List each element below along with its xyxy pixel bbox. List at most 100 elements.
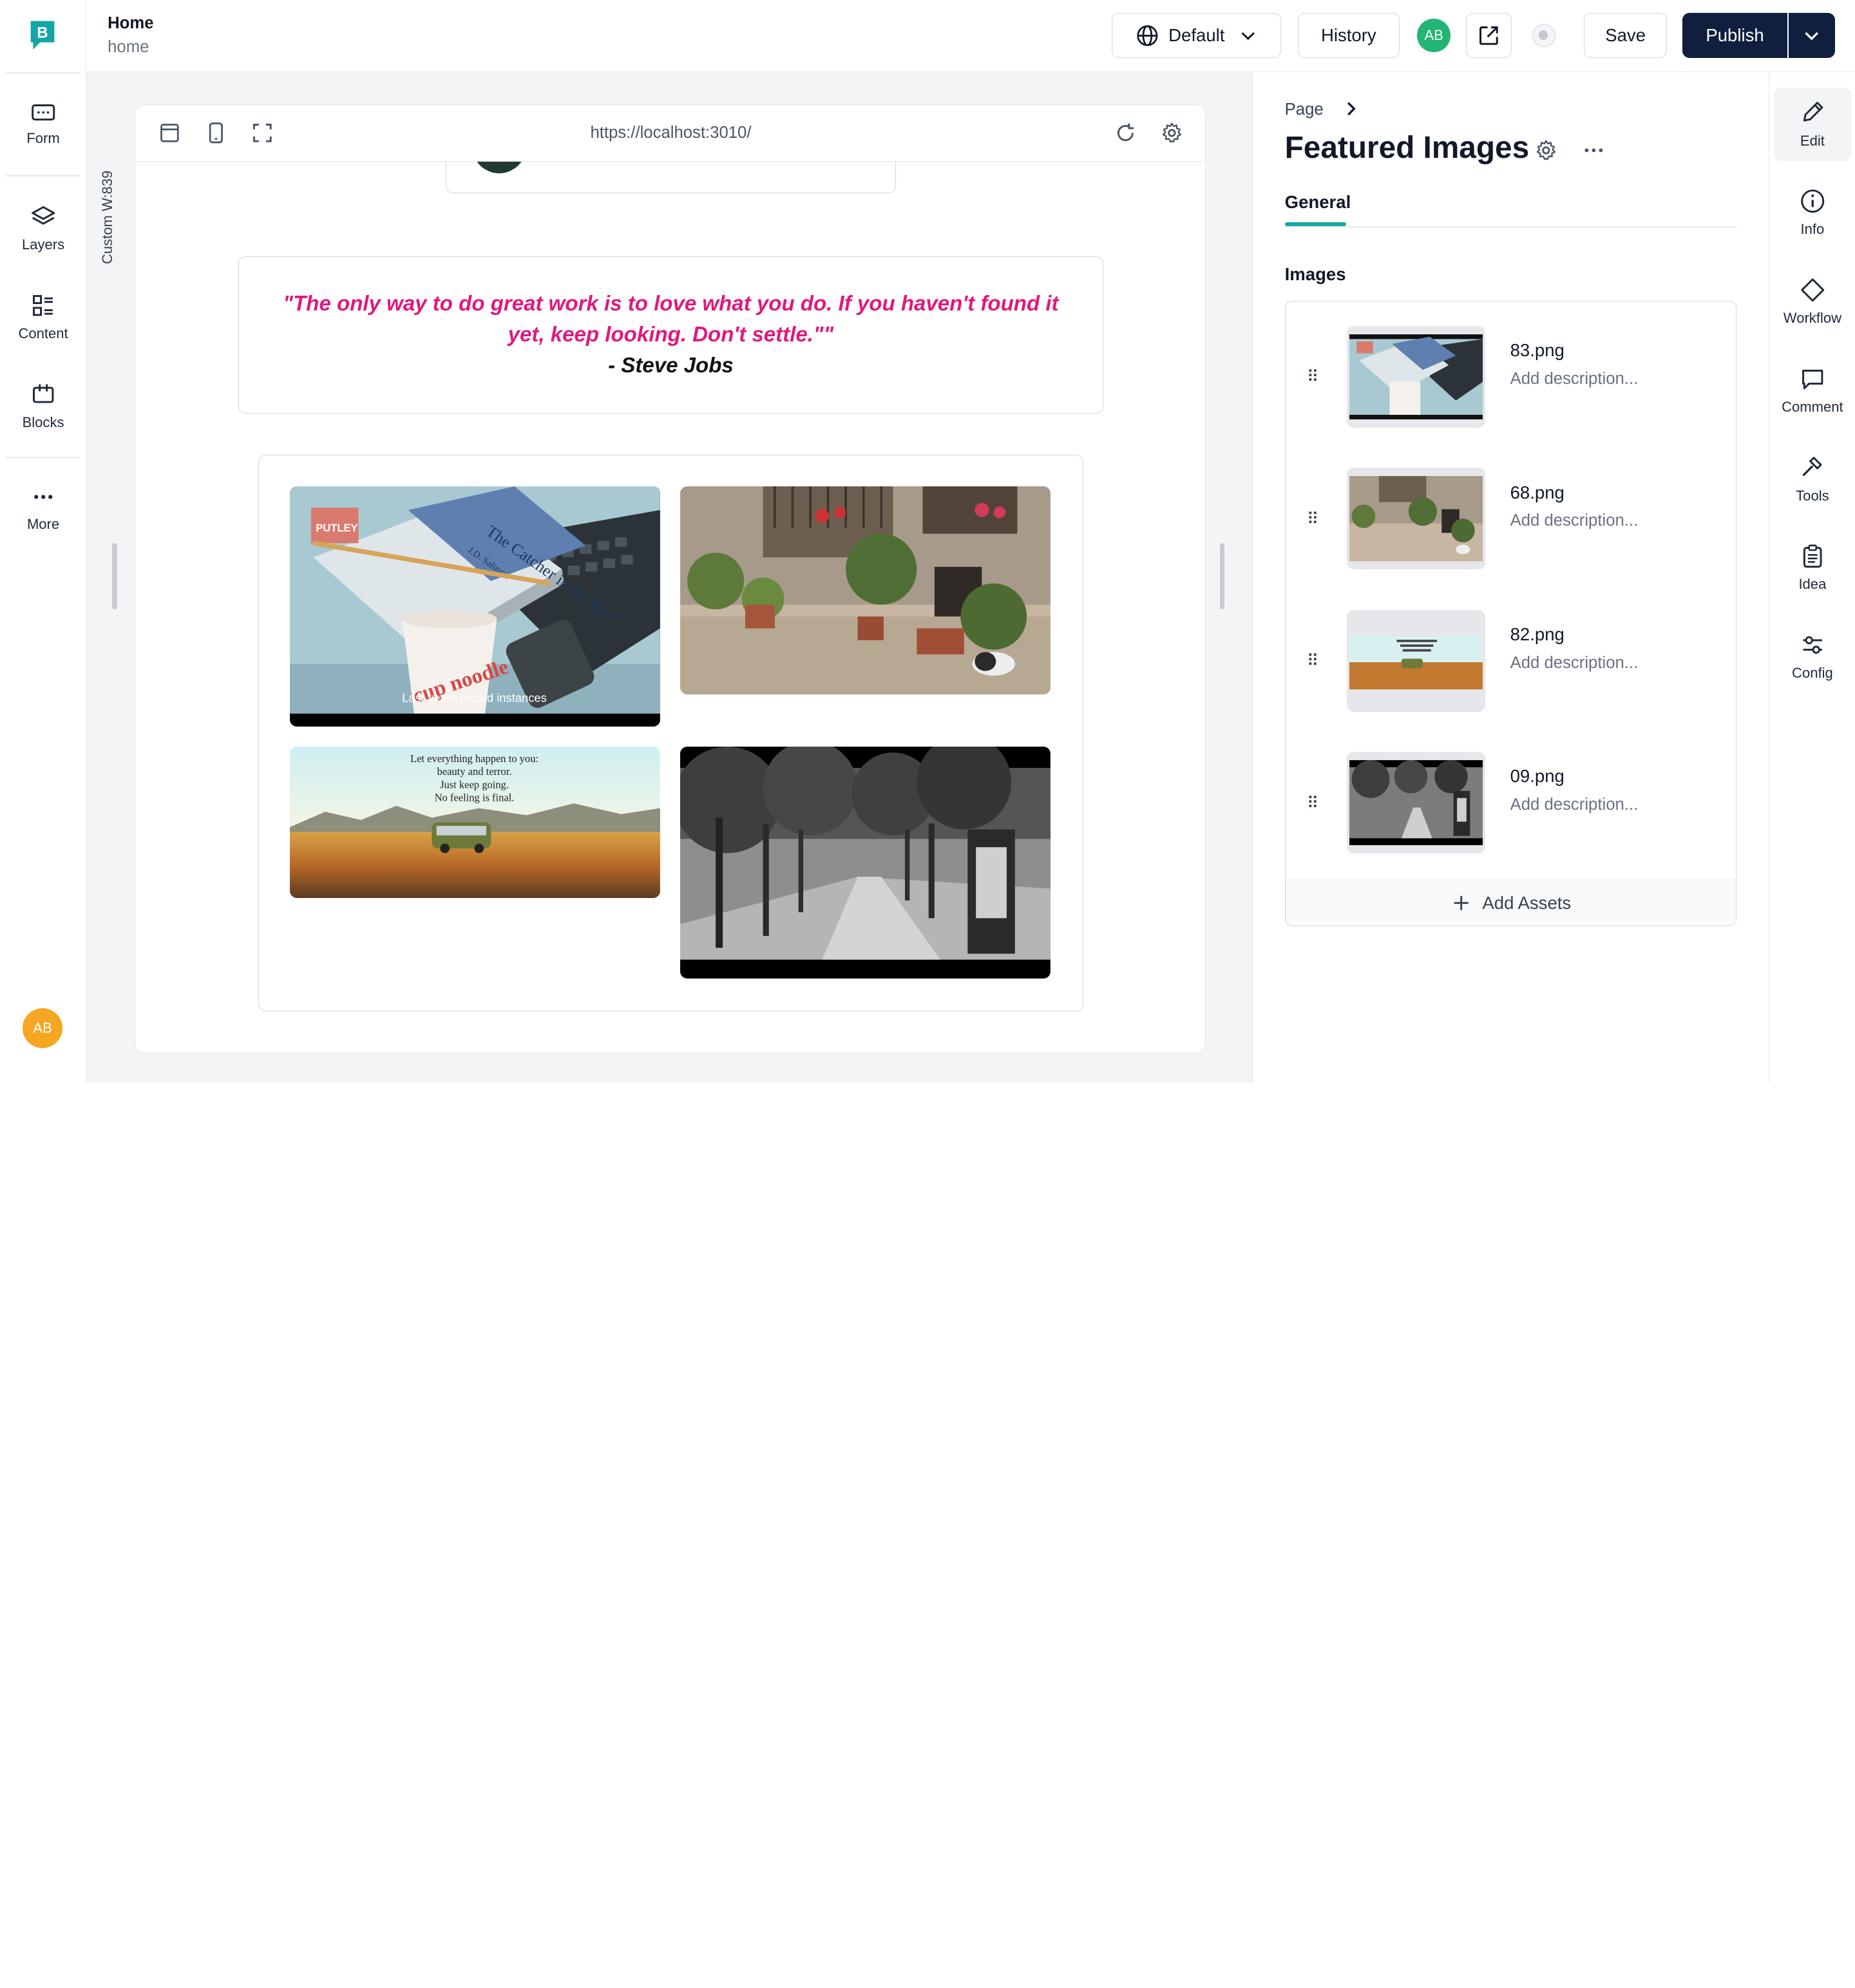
- list-item[interactable]: ⠿ 82.png Add description...: [1286, 585, 1736, 727]
- properties-panel: Page Featured Images General Images ⠿ 83…: [1253, 72, 1769, 1083]
- drag-handle-icon[interactable]: ⠿: [1307, 794, 1319, 813]
- locale-label: Default: [1168, 25, 1225, 46]
- list-item[interactable]: ⠿ 09.png Add description...: [1286, 727, 1736, 869]
- quote-text: "The only way to do great work is to lov…: [283, 292, 1059, 347]
- list-item[interactable]: ⠿ 83.png Add description...: [1286, 301, 1736, 443]
- rail-item-tools[interactable]: Tools: [1774, 454, 1850, 504]
- rail-item-workflow[interactable]: Workflow: [1774, 277, 1850, 327]
- rail-item-label: Edit: [1800, 132, 1825, 149]
- file-name: 09.png: [1510, 766, 1565, 787]
- rail-item-comment[interactable]: Comment: [1774, 366, 1850, 416]
- list-item[interactable]: ⠿ 68.png Add description...: [1286, 443, 1736, 585]
- add-assets-button[interactable]: Add Assets: [1285, 878, 1736, 926]
- gallery-image-09[interactable]: [680, 747, 1051, 979]
- quote-block[interactable]: "The only way to do great work is to lov…: [238, 256, 1103, 414]
- rail-divider: [6, 72, 81, 73]
- rail-item-idea[interactable]: Idea: [1774, 543, 1850, 593]
- canvas-area: Custom W:839 https://localhost:3010/ "Th…: [86, 72, 1253, 1083]
- app-root: B Form Layers Content Blocks More AB Hom…: [0, 0, 1855, 1083]
- more-icon[interactable]: [1582, 139, 1606, 162]
- drag-handle-icon[interactable]: ⠿: [1307, 651, 1319, 671]
- add-assets-label: Add Assets: [1482, 892, 1572, 913]
- tab-divider: [1284, 225, 1737, 227]
- comment-icon: [1802, 369, 1823, 389]
- gallery-image-68[interactable]: [680, 486, 1051, 695]
- locale-dropdown[interactable]: Default: [1112, 13, 1282, 58]
- svg-text:PUTLEY: PUTLEY: [316, 522, 358, 534]
- breadcrumb-page[interactable]: Page: [1285, 100, 1324, 119]
- description-input[interactable]: Add description...: [1510, 511, 1639, 530]
- svg-text:beauty and terror.: beauty and terror.: [437, 765, 512, 778]
- rail-item-label: Info: [1800, 221, 1825, 238]
- open-external-button[interactable]: [1465, 13, 1512, 58]
- rail-item-config[interactable]: Config: [1774, 632, 1850, 682]
- info-icon: [1800, 189, 1824, 213]
- gear-icon[interactable]: [1160, 121, 1184, 145]
- thumbnail: [1347, 752, 1486, 854]
- left-resize-handle[interactable]: [112, 543, 117, 609]
- status-dot-icon: [1532, 23, 1556, 48]
- history-label: History: [1320, 25, 1376, 46]
- svg-text:Let everything happen to you:: Let everything happen to you:: [410, 752, 538, 765]
- tab-general[interactable]: General: [1285, 192, 1351, 213]
- rail-item-label: Comment: [1782, 398, 1843, 415]
- rail-item-content[interactable]: Content: [0, 292, 86, 342]
- drag-handle-icon[interactable]: ⠿: [1307, 510, 1319, 529]
- breadcrumb[interactable]: Page: [1285, 100, 1359, 119]
- description-input[interactable]: Add description...: [1510, 370, 1639, 388]
- hammer-icon: [1802, 457, 1822, 477]
- rail-item-label: Workflow: [1783, 310, 1841, 327]
- rail-item-info[interactable]: Info: [1774, 188, 1850, 238]
- svg-text:No feeling is final.: No feeling is final.: [435, 792, 515, 804]
- rail-item-label: Blocks: [22, 414, 64, 430]
- avatar[interactable]: AB: [22, 1008, 63, 1049]
- gallery-image-83[interactable]: The Catcher in the Rye J.D. Salinger PUT…: [290, 486, 661, 727]
- file-name: 83.png: [1510, 340, 1565, 361]
- plus-icon: [1454, 895, 1469, 910]
- publish-options-button[interactable]: [1789, 13, 1835, 58]
- thumbnail: [1347, 326, 1486, 428]
- rail-item-label: Idea: [1798, 576, 1827, 593]
- description-input[interactable]: Add description...: [1510, 796, 1639, 814]
- more-icon: [33, 495, 53, 499]
- preview-url[interactable]: https://localhost:3010/: [135, 124, 1204, 142]
- preview-frame: https://localhost:3010/ "The only way to…: [135, 104, 1206, 1053]
- file-name: 82.png: [1510, 624, 1565, 644]
- preview-toolbar: https://localhost:3010/: [135, 104, 1205, 162]
- refresh-icon[interactable]: [1114, 121, 1137, 145]
- save-button[interactable]: Save: [1584, 13, 1667, 58]
- rail-item-layers[interactable]: Layers: [0, 204, 86, 253]
- rail-item-form[interactable]: Form: [0, 102, 86, 147]
- topbar: Home home Default History AB Save Publis…: [86, 0, 1855, 73]
- user-avatar[interactable]: AB: [1417, 19, 1451, 52]
- thumbnail: [1347, 468, 1486, 570]
- logo-icon[interactable]: B: [28, 19, 57, 52]
- rail-item-label: More: [26, 515, 60, 532]
- external-link-icon: [1479, 26, 1498, 45]
- sliders-icon: [1803, 636, 1822, 654]
- right-resize-handle[interactable]: [1219, 543, 1224, 609]
- chevron-down-icon: [1805, 32, 1819, 41]
- rail-item-blocks[interactable]: Blocks: [0, 381, 86, 430]
- left-rail: B Form Layers Content Blocks More AB: [0, 0, 87, 1083]
- rail-item-label: Content: [18, 325, 68, 342]
- history-button[interactable]: History: [1297, 13, 1400, 58]
- page-title: Home: [108, 14, 154, 33]
- globe-icon: [1137, 25, 1158, 46]
- rail-item-label: Form: [26, 130, 60, 147]
- thumbnail: [1347, 609, 1486, 712]
- rail-item-edit[interactable]: Edit: [1774, 87, 1851, 161]
- rail-item-more[interactable]: More: [0, 485, 86, 533]
- rail-divider: [6, 175, 81, 177]
- gallery-image-82[interactable]: Let everything happen to you: beauty and…: [290, 747, 661, 899]
- featured-images-gallery[interactable]: The Catcher in the Rye J.D. Salinger PUT…: [258, 455, 1083, 1011]
- publish-button[interactable]: Publish: [1682, 13, 1788, 58]
- gear-icon[interactable]: [1534, 139, 1558, 162]
- rail-item-label: Layers: [21, 236, 65, 253]
- svg-text:Just keep going.: Just keep going.: [440, 778, 509, 790]
- drag-handle-icon[interactable]: ⠿: [1307, 367, 1319, 387]
- content-icon: [32, 294, 53, 316]
- description-input[interactable]: Add description...: [1510, 654, 1639, 673]
- svg-text:Last years record instances: Last years record instances: [402, 691, 547, 704]
- pencil-icon: [1803, 102, 1823, 122]
